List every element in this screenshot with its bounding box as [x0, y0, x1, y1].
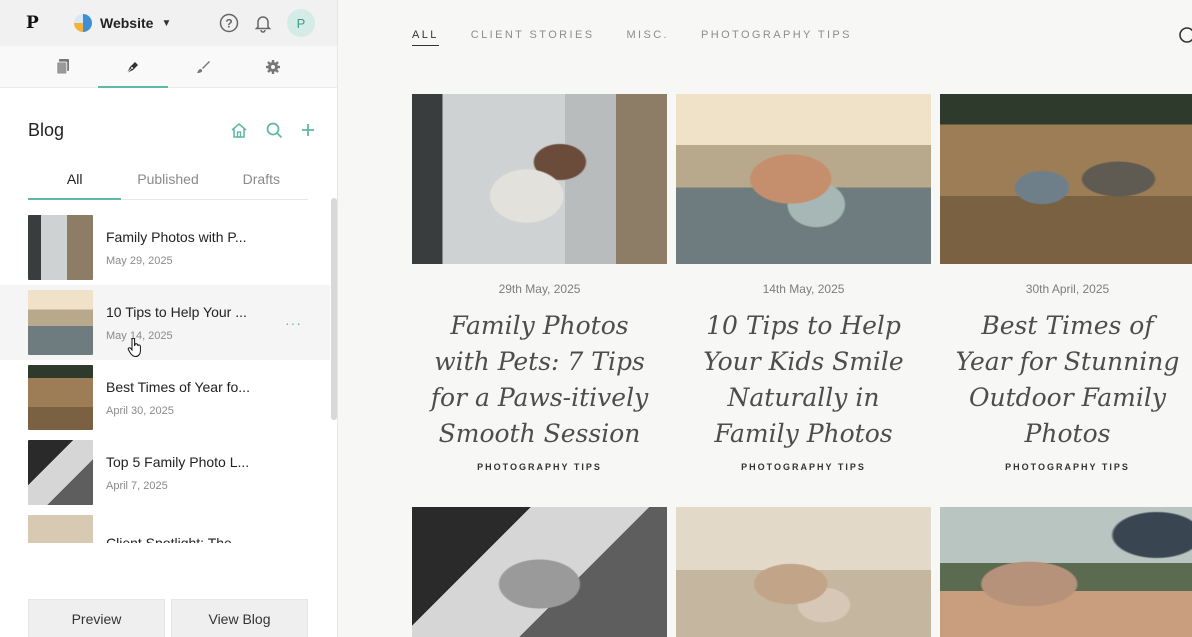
category-link-misc[interactable]: MISC.: [626, 29, 669, 46]
card-category[interactable]: PHOTOGRAPHY TIPS: [676, 462, 931, 472]
tool-tabs: [0, 46, 337, 88]
card-title[interactable]: Best Times of Year for Stunning Outdoor …: [940, 308, 1192, 452]
list-item[interactable]: Top 5 Family Photo L... April 7, 2025: [0, 435, 330, 510]
list-item[interactable]: Family Photos with P... May 29, 2025: [0, 210, 330, 285]
tab-all[interactable]: All: [28, 160, 122, 200]
hand-cursor-icon: [127, 338, 141, 358]
brush-icon: [197, 60, 210, 73]
tab-drafts[interactable]: Drafts: [215, 160, 308, 199]
card-image[interactable]: [940, 507, 1192, 637]
add-post-icon[interactable]: [301, 123, 315, 137]
tab-pages[interactable]: [28, 46, 98, 87]
pages-icon: [56, 58, 69, 74]
blog-preview: ALL CLIENT STORIES MISC. PHOTOGRAPHY TIP…: [338, 0, 1192, 637]
tab-published[interactable]: Published: [121, 160, 214, 199]
site-icon: [74, 14, 92, 32]
card-image: [676, 94, 931, 264]
preview-button[interactable]: Preview: [28, 599, 165, 637]
gear-icon: [266, 59, 280, 74]
editor-sidebar: P Website ▼ ? P Blog All Published Draft…: [0, 0, 338, 637]
site-selector-label: Website: [100, 15, 154, 31]
post-thumbnail: [28, 215, 93, 280]
category-link-all[interactable]: ALL: [412, 29, 439, 46]
tab-design[interactable]: [168, 46, 238, 87]
card-category[interactable]: PHOTOGRAPHY TIPS: [412, 462, 667, 472]
post-thumbnail: [28, 290, 93, 355]
avatar[interactable]: P: [287, 9, 315, 37]
blog-header: Blog: [28, 116, 315, 144]
card-date: 14th May, 2025: [762, 282, 845, 296]
bell-icon[interactable]: [253, 13, 273, 33]
card-date: 30th April, 2025: [1025, 282, 1110, 296]
post-list: Family Photos with P... May 29, 2025 10 …: [0, 210, 330, 543]
post-thumbnail: [28, 515, 93, 543]
card-image[interactable]: [412, 507, 667, 637]
more-options-icon[interactable]: ···: [285, 315, 302, 331]
post-title: Top 5 Family Photo L...: [106, 453, 250, 470]
card-title[interactable]: 10 Tips to Help Your Kids Smile Naturall…: [676, 308, 931, 452]
card-image: [940, 94, 1192, 264]
tab-settings[interactable]: [238, 46, 308, 87]
svg-text:?: ?: [225, 17, 232, 31]
post-list-scrollbar[interactable]: [331, 198, 337, 420]
post-thumbnail: [28, 365, 93, 430]
list-item[interactable]: Client Spotlight: The: [0, 510, 330, 543]
list-item[interactable]: 10 Tips to Help Your ... May 14, 2025 ··…: [0, 285, 330, 360]
card-image: [412, 94, 667, 264]
post-title: Family Photos with P...: [106, 228, 247, 245]
post-date: May 29, 2025: [106, 254, 173, 267]
blog-card[interactable]: 14th May, 2025 10 Tips to Help Your Kids…: [676, 94, 931, 472]
top-bar: P Website ▼ ? P: [0, 0, 337, 46]
category-link-photography-tips[interactable]: PHOTOGRAPHY TIPS: [701, 29, 852, 46]
chevron-down-icon: ▼: [161, 17, 172, 29]
post-title: 10 Tips to Help Your ...: [106, 303, 247, 320]
category-link-client-stories[interactable]: CLIENT STORIES: [471, 29, 595, 46]
home-icon[interactable]: [230, 122, 248, 138]
page-title: Blog: [28, 119, 65, 140]
post-title: Best Times of Year fo...: [106, 378, 250, 395]
card-date: 29th May, 2025: [498, 282, 581, 296]
category-nav: ALL CLIENT STORIES MISC. PHOTOGRAPHY TIP…: [412, 29, 852, 46]
post-title: Client Spotlight: The: [106, 534, 232, 544]
card-image[interactable]: [676, 507, 931, 637]
post-thumbnail: [28, 440, 93, 505]
post-date: April 7, 2025: [106, 479, 168, 492]
blog-card[interactable]: 29th May, 2025 Family Photos with Pets: …: [412, 94, 667, 472]
help-icon[interactable]: ?: [219, 13, 239, 33]
card-category[interactable]: PHOTOGRAPHY TIPS: [940, 462, 1192, 472]
card-title[interactable]: Family Photos with Pets: 7 Tips for a Pa…: [412, 308, 667, 452]
tab-blog[interactable]: [98, 46, 168, 88]
post-filter-tabs: All Published Drafts: [28, 160, 308, 200]
list-item[interactable]: Best Times of Year fo... April 30, 2025: [0, 360, 330, 435]
pen-icon: [126, 61, 138, 73]
view-blog-button[interactable]: View Blog: [171, 599, 308, 637]
search-icon[interactable]: [1178, 26, 1192, 48]
site-selector[interactable]: Website ▼: [74, 14, 171, 32]
blog-card[interactable]: 30th April, 2025 Best Times of Year for …: [940, 94, 1192, 472]
app-logo[interactable]: P: [26, 13, 74, 33]
search-icon[interactable]: [266, 122, 283, 139]
post-date: April 30, 2025: [106, 404, 174, 417]
